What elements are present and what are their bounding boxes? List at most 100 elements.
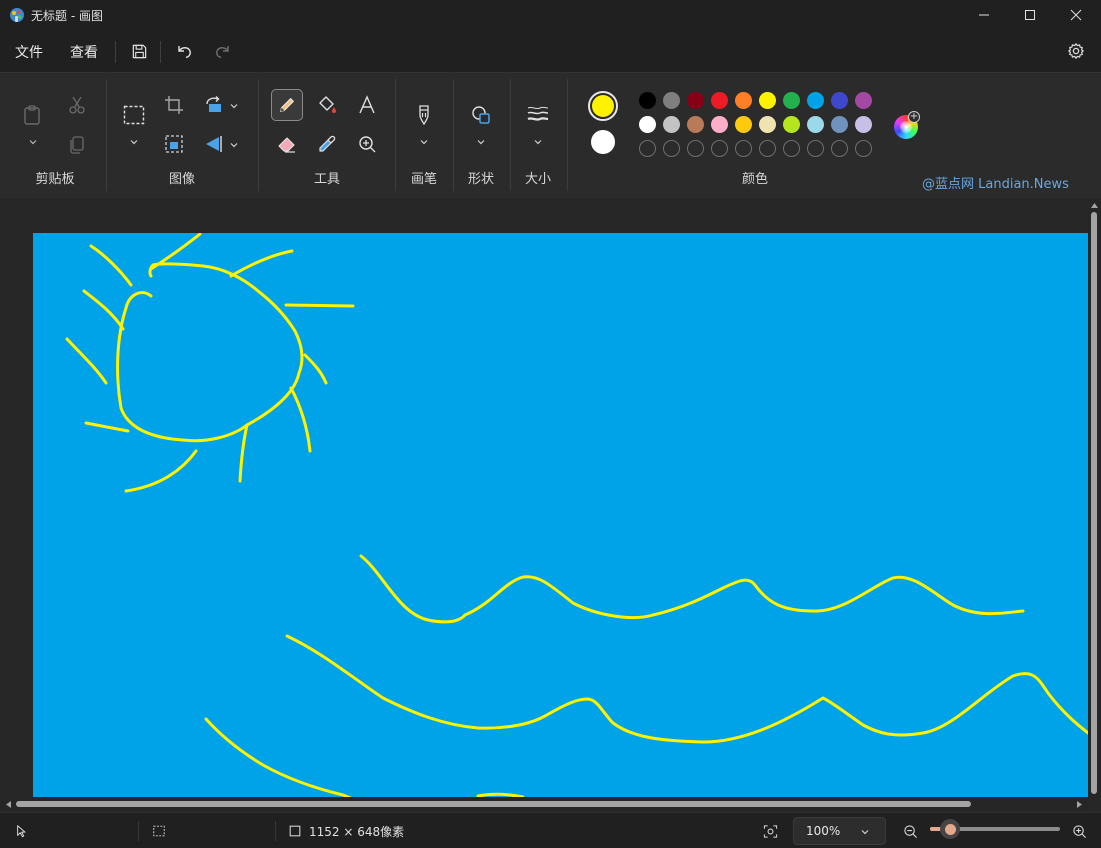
settings-icon [1068,43,1084,59]
custom-color-slot[interactable] [639,140,656,157]
palette-swatch[interactable] [687,92,704,109]
rotate-dropdown[interactable] [229,100,239,110]
maximize-button[interactable] [1007,0,1053,30]
undo-button[interactable] [172,39,196,63]
crop-button[interactable] [160,91,188,119]
close-button[interactable] [1053,0,1099,30]
ribbon-divider [106,79,107,191]
palette-swatch[interactable] [663,92,680,109]
size-group-label: 大小 [524,172,552,187]
status-divider [138,821,139,841]
custom-color-slot[interactable] [807,140,824,157]
select-button[interactable] [120,101,148,129]
palette-swatch[interactable] [735,92,752,109]
magnifier-tool-button[interactable] [353,130,381,158]
settings-button[interactable] [1064,39,1088,63]
palette-swatch[interactable] [711,116,728,133]
copy-button[interactable] [63,130,91,158]
title-bar: 无标题 - 画图 [0,0,1101,30]
palette-swatch[interactable] [735,116,752,133]
palette-swatch[interactable] [855,92,872,109]
palette-swatch[interactable] [687,116,704,133]
custom-color-slot[interactable] [663,140,680,157]
select-dropdown[interactable] [129,136,139,146]
shapes-dropdown[interactable] [476,136,486,146]
eraser-tool-button[interactable] [273,130,301,158]
primary-color-swatch [592,95,614,117]
file-menu[interactable]: 文件 [15,42,43,62]
paste-button[interactable] [18,101,46,129]
view-menu[interactable]: 查看 [70,42,98,62]
ribbon-divider [258,79,259,191]
custom-color-slot[interactable] [711,140,728,157]
palette-swatch[interactable] [663,116,680,133]
canvas-size-icon [289,825,301,837]
chevron-down-icon [420,140,428,145]
custom-color-slot[interactable] [687,140,704,157]
zoom-level-dropdown[interactable]: 100% [793,817,886,845]
redo-button[interactable] [211,39,235,63]
cut-icon [69,96,85,114]
resize-button[interactable] [160,130,188,158]
paste-dropdown[interactable] [28,136,38,146]
drawing-canvas[interactable] [33,233,1088,797]
palette-swatch[interactable] [807,92,824,109]
palette-swatch[interactable] [831,92,848,109]
custom-color-slot[interactable] [759,140,776,157]
horizontal-scroll-thumb[interactable] [16,801,971,807]
fit-to-window-button[interactable] [762,823,778,839]
rotate-button[interactable] [200,91,228,119]
palette-swatch[interactable] [831,116,848,133]
palette-swatch[interactable] [783,116,800,133]
menu-bar: 文件 查看 [0,30,1101,72]
minimize-button[interactable] [961,0,1007,30]
canvas-drawing [33,233,1088,797]
palette-swatch[interactable] [639,116,656,133]
cut-button[interactable] [63,91,91,119]
vertical-scrollbar[interactable] [1088,198,1101,798]
ribbon-divider [395,79,396,191]
secondary-color-button[interactable] [591,130,615,154]
zoom-out-button[interactable] [902,823,918,839]
color-picker-tool-button[interactable] [313,130,341,158]
window-title: 无标题 - 画图 [31,9,103,23]
add-color-icon: + [908,111,920,123]
palette-swatch[interactable] [639,92,656,109]
chevron-down-icon [230,104,238,109]
custom-color-slot[interactable] [855,140,872,157]
selection-size [151,823,167,839]
palette-swatch[interactable] [759,92,776,109]
vertical-scroll-thumb[interactable] [1091,212,1097,794]
pencil-tool-button[interactable] [271,89,303,121]
canvas-workspace [0,198,1101,812]
colors-group-label: 颜色 [741,172,769,187]
redo-icon [216,46,229,59]
flip-dropdown[interactable] [229,139,239,149]
palette-swatch[interactable] [855,116,872,133]
chevron-down-icon [534,140,542,145]
zoom-in-button[interactable] [1071,823,1087,839]
zoom-slider-thumb-dot [944,823,956,835]
save-button[interactable] [127,39,151,63]
palette-swatch[interactable] [783,92,800,109]
stroke-size-button[interactable] [524,101,552,129]
palette-swatch[interactable] [759,116,776,133]
horizontal-scrollbar[interactable] [0,798,1088,811]
flip-button[interactable] [200,130,228,158]
palette-swatch[interactable] [807,116,824,133]
brush-button[interactable] [410,101,438,129]
zoom-slider-thumb[interactable] [940,819,960,839]
copy-icon [70,136,84,154]
close-icon [1070,9,1082,21]
fill-tool-button[interactable] [313,91,341,119]
shapes-button[interactable] [467,101,495,129]
brush-dropdown[interactable] [419,136,429,146]
palette-swatch[interactable] [711,92,728,109]
custom-color-slot[interactable] [783,140,800,157]
magnifier-icon [359,136,376,153]
custom-color-slot[interactable] [831,140,848,157]
text-tool-button[interactable] [353,91,381,119]
primary-color-button[interactable] [588,91,618,121]
custom-color-slot[interactable] [735,140,752,157]
stroke-size-dropdown[interactable] [533,136,543,146]
